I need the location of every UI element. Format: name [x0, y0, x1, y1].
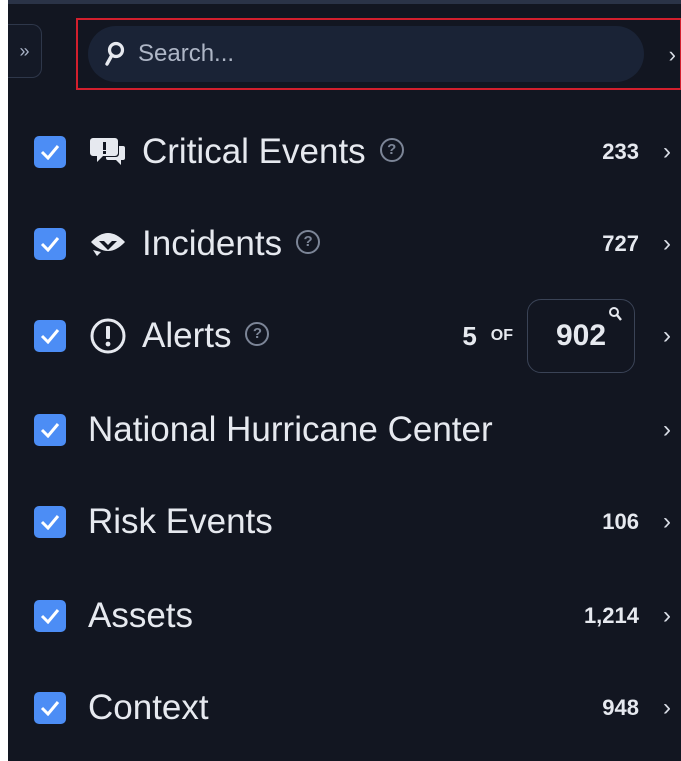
chevron-right-icon[interactable]: › — [663, 230, 671, 258]
layer-row-risk-events[interactable]: Risk Events 106 › — [8, 476, 681, 568]
of-label: OF — [490, 327, 513, 344]
expand-panel-button[interactable]: » — [8, 24, 42, 78]
checkbox-context[interactable] — [34, 692, 66, 724]
chevron-right-icon[interactable]: › — [663, 694, 671, 722]
checkbox-national-hurricane-center[interactable] — [34, 414, 66, 446]
check-icon — [40, 701, 60, 716]
help-icon[interactable]: ? — [379, 137, 404, 162]
layer-label: Context — [88, 688, 209, 727]
check-icon — [40, 329, 60, 344]
alerts-shown-count: 5 — [462, 320, 477, 351]
checkbox-risk-events[interactable] — [34, 506, 66, 538]
layers-panel: » › Critical Events? 233 › — [8, 0, 681, 761]
layer-row-alerts[interactable]: Alerts? 5 OF 902 › — [8, 290, 681, 382]
checkbox-incidents[interactable] — [34, 228, 66, 260]
checkbox-critical-events[interactable] — [34, 136, 66, 168]
chat-alert-icon — [88, 132, 128, 172]
incident-eye-icon — [88, 224, 128, 264]
layer-row-critical-events[interactable]: Critical Events? 233 › — [8, 106, 681, 198]
checkbox-assets[interactable] — [34, 600, 66, 632]
chevron-right-icon[interactable]: › — [663, 602, 671, 630]
search-bar[interactable] — [88, 26, 644, 82]
alerts-total: 902 — [555, 319, 607, 352]
check-icon — [40, 609, 60, 624]
checkbox-alerts[interactable] — [34, 320, 66, 352]
exclamation-circle-icon — [88, 316, 128, 356]
layer-count: 106 — [602, 509, 639, 534]
magnifier-icon — [609, 307, 622, 321]
check-icon — [40, 423, 60, 438]
layer-count: 727 — [602, 231, 639, 256]
layer-row-assets[interactable]: Assets 1,214 › — [8, 570, 681, 662]
alerts-count-group: 5 OF 902 — [462, 299, 635, 373]
layer-count: 1,214 — [583, 603, 639, 628]
layer-count: 233 — [602, 139, 639, 164]
alerts-total-search-button[interactable]: 902 — [527, 299, 635, 373]
check-icon — [40, 145, 60, 160]
layer-label: Alerts? — [142, 316, 270, 356]
chevron-right-icon[interactable]: › — [663, 138, 671, 166]
check-icon — [40, 237, 60, 252]
chevron-right-icon[interactable]: › — [663, 322, 671, 350]
chevron-right-icon[interactable]: › — [663, 416, 671, 444]
double-chevron-right-icon: » — [19, 40, 30, 61]
layer-label: Incidents? — [142, 224, 321, 264]
check-icon — [40, 515, 60, 530]
help-icon[interactable]: ? — [296, 229, 321, 254]
layer-label: Assets — [88, 596, 194, 635]
search-highlight-box: › — [76, 18, 681, 90]
help-icon[interactable]: ? — [245, 321, 270, 346]
search-input[interactable] — [138, 40, 618, 68]
layer-row-context[interactable]: Context 948 › — [8, 662, 681, 754]
layer-count: 948 — [602, 695, 639, 720]
layer-row-incidents[interactable]: Incidents? 727 › — [8, 198, 681, 290]
chevron-right-icon[interactable]: › — [663, 508, 671, 536]
search-chevron-right-icon[interactable]: › — [669, 42, 676, 68]
layer-row-national-hurricane-center[interactable]: National Hurricane Center › — [8, 384, 681, 476]
search-icon — [105, 41, 125, 66]
layer-label: Critical Events? — [142, 132, 404, 172]
layer-label: Risk Events — [88, 502, 273, 541]
layer-label: National Hurricane Center — [88, 410, 493, 449]
